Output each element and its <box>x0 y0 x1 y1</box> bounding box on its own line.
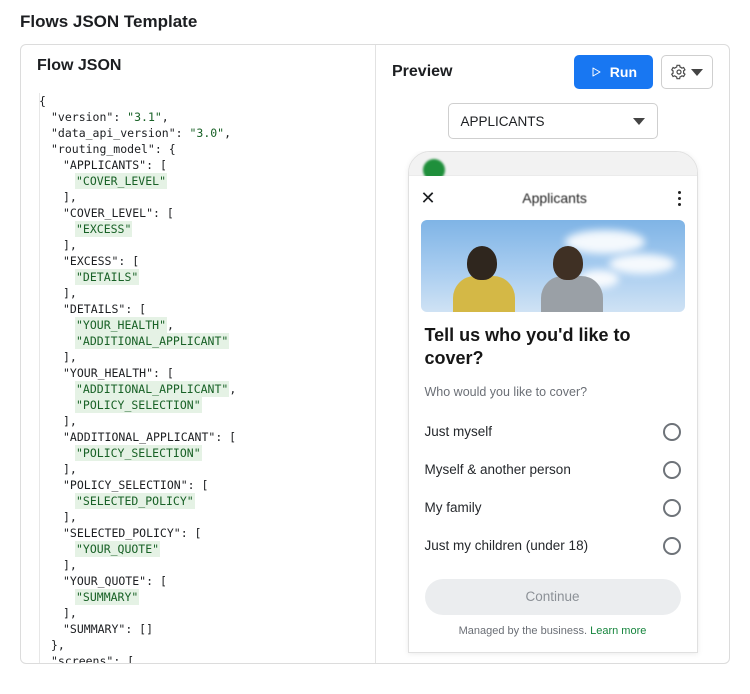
gear-icon <box>671 64 687 80</box>
hero-image <box>421 220 685 312</box>
preview-header: Preview <box>392 63 452 81</box>
run-button[interactable]: Run <box>574 55 653 89</box>
option-label: Myself & another person <box>425 462 571 477</box>
json-editor[interactable]: {"version": "3.1","data_api_version": "3… <box>21 87 375 663</box>
option-label: Just myself <box>425 424 493 439</box>
option-label: My family <box>425 500 482 515</box>
screen-dropdown[interactable]: APPLICANTS <box>448 103 658 139</box>
radio-icon <box>663 537 681 555</box>
close-icon[interactable]: ✕ <box>421 188 436 209</box>
option-label: Just my children (under 18) <box>425 538 589 553</box>
play-icon <box>590 66 602 78</box>
prompt-heading: Tell us who you'd like to cover? <box>409 324 697 385</box>
radio-option[interactable]: Myself & another person <box>409 451 697 489</box>
settings-button[interactable] <box>661 55 713 89</box>
continue-button[interactable]: Continue <box>425 579 681 615</box>
radio-icon <box>663 499 681 517</box>
learn-more-link[interactable]: Learn more <box>590 625 646 637</box>
screen-title: Applicants <box>522 190 587 206</box>
radio-option[interactable]: Just my children (under 18) <box>409 527 697 565</box>
radio-option[interactable]: Just myself <box>409 413 697 451</box>
managed-by: Managed by the business. Learn more <box>409 625 697 647</box>
radio-icon <box>663 461 681 479</box>
radio-option[interactable]: My family <box>409 489 697 527</box>
caret-down-icon <box>633 118 645 125</box>
flow-json-header: Flow JSON <box>21 45 375 87</box>
page-title: Flows JSON Template <box>20 0 730 44</box>
phone-preview: ✕ Applicants Tell us who you'd like to c… <box>408 151 698 653</box>
kebab-icon[interactable] <box>674 187 685 210</box>
radio-icon <box>663 423 681 441</box>
prompt-sub: Who would you like to cover? <box>409 385 697 413</box>
caret-down-icon <box>691 69 703 76</box>
